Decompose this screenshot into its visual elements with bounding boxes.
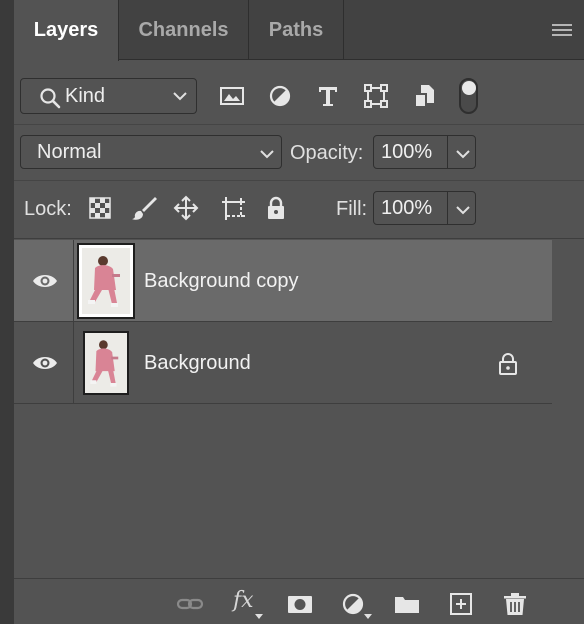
layer-thumbnail-image <box>85 333 127 393</box>
lock-transparent-pixels-icon[interactable] <box>86 194 114 222</box>
layer-name[interactable]: Background copy <box>144 240 299 322</box>
eye-icon[interactable] <box>31 354 59 372</box>
chevron-down-icon[interactable] <box>455 204 471 216</box>
adjustment-filter-icon[interactable] <box>266 82 294 110</box>
tab-layers[interactable]: Layers <box>14 0 119 61</box>
filter-kind-select[interactable]: Kind <box>20 78 197 114</box>
opacity-label: Opacity: <box>290 142 364 164</box>
lock-artboard-icon[interactable] <box>219 194 247 222</box>
field-divider <box>447 192 448 224</box>
fill-field[interactable]: 100% <box>373 191 476 225</box>
layer-thumbnail[interactable] <box>83 331 129 395</box>
filter-kind-label: Kind <box>65 85 106 107</box>
layers-empty-area <box>14 404 584 576</box>
image-filter-icon[interactable] <box>218 82 246 110</box>
layer-lock-icon[interactable] <box>498 352 518 376</box>
eye-icon[interactable] <box>31 272 59 290</box>
divider <box>14 180 584 181</box>
smart-object-filter-icon[interactable] <box>411 82 439 110</box>
search-icon <box>40 88 61 109</box>
tab-paths[interactable]: Paths <box>249 0 344 60</box>
blend-mode-value: Normal <box>37 141 102 163</box>
shape-filter-icon[interactable] <box>362 82 390 110</box>
blend-mode-select[interactable]: Normal <box>20 135 282 169</box>
fill-label: Fill: <box>336 198 368 220</box>
fx-dropdown-arrow-icon <box>255 614 263 619</box>
lock-label: Lock: <box>24 198 72 220</box>
opacity-field[interactable]: 100% <box>373 135 476 169</box>
adjustment-layer-icon[interactable] <box>340 592 368 616</box>
divider <box>14 238 584 239</box>
panel-menu-icon[interactable] <box>552 24 572 38</box>
new-layer-icon[interactable] <box>447 592 475 616</box>
lock-all-icon[interactable] <box>262 194 290 222</box>
layer-mask-icon[interactable] <box>286 592 314 616</box>
link-layers-icon[interactable] <box>176 592 204 616</box>
lock-image-pixels-icon[interactable] <box>130 194 158 222</box>
layer-row[interactable]: Background <box>14 322 552 404</box>
chevron-down-icon <box>173 92 187 101</box>
type-filter-icon[interactable] <box>314 82 342 110</box>
layer-thumbnail-image <box>82 248 130 314</box>
lock-position-icon[interactable] <box>172 194 200 222</box>
divider <box>14 124 584 125</box>
tab-channels[interactable]: Channels <box>119 0 249 60</box>
fx-icon[interactable]: fx <box>233 588 254 613</box>
layer-thumbnail[interactable] <box>77 243 135 319</box>
group-folder-icon[interactable] <box>393 592 421 616</box>
filter-toggle[interactable] <box>459 78 478 114</box>
layer-name[interactable]: Background <box>144 322 251 404</box>
delete-icon[interactable] <box>501 592 529 616</box>
layers-list: Background copy Background <box>14 240 552 404</box>
toggle-knob <box>462 81 476 95</box>
chevron-down-icon[interactable] <box>455 148 471 160</box>
fill-value[interactable]: 100% <box>381 192 432 224</box>
chevron-down-icon <box>260 150 274 159</box>
layer-row[interactable]: Background copy <box>14 240 552 322</box>
adjustment-dropdown-arrow-icon <box>364 614 372 619</box>
tab-bar: Layers Channels Paths <box>14 0 584 61</box>
visibility-column <box>14 322 74 404</box>
field-divider <box>447 136 448 168</box>
panel-left-edge <box>0 0 14 624</box>
visibility-column <box>14 240 74 322</box>
opacity-value[interactable]: 100% <box>381 136 432 168</box>
